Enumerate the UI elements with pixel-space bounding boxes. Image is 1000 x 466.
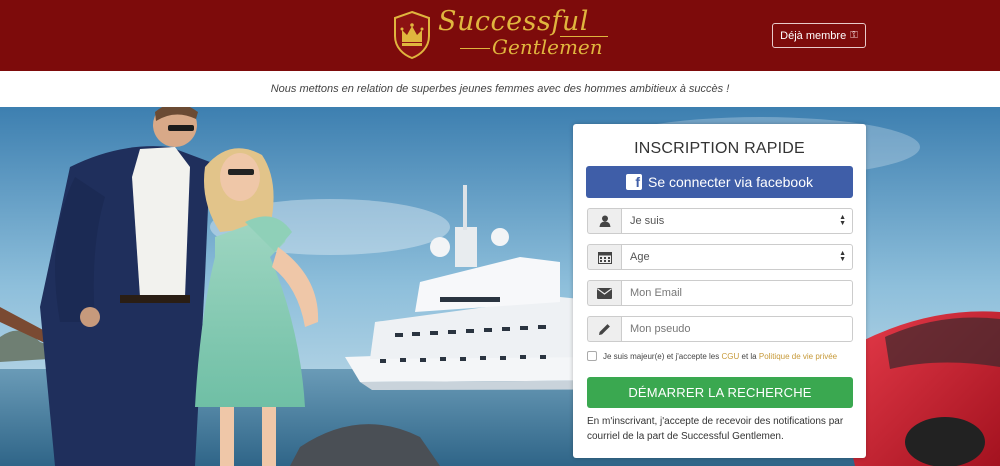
key-icon: ⚿: [850, 30, 858, 41]
email-input-wrapper: [621, 280, 853, 306]
member-login-button[interactable]: Déjà membre ⚿: [772, 23, 866, 48]
cgu-link[interactable]: CGU: [721, 352, 739, 361]
site-logo[interactable]: Successful Gentlemen: [390, 6, 620, 64]
notification-notice: En m'inscrivant, j'accepte de recevoir d…: [587, 416, 844, 442]
select-arrows-icon: ▲ ▼: [839, 214, 846, 227]
terms-checkbox[interactable]: [587, 351, 597, 361]
facebook-login-button[interactable]: f Se connecter via facebook: [586, 166, 853, 198]
terms-text: Je suis majeur(e) et j'accepte les CGU e…: [603, 352, 837, 361]
email-field: [587, 280, 853, 306]
gender-field: Je suis ▲ ▼: [587, 208, 853, 234]
terms-agreement: Je suis majeur(e) et j'accepte les CGU e…: [587, 351, 837, 361]
privacy-link[interactable]: Politique de vie privée: [759, 352, 837, 361]
age-field: Age ▲ ▼: [587, 244, 853, 270]
tagline-bar: Nous mettons en relation de superbes jeu…: [0, 71, 1000, 107]
form-title: INSCRIPTION RAPIDE: [634, 140, 805, 157]
member-login-label: Déjà membre: [780, 29, 847, 42]
gender-select-value: Je suis: [630, 215, 665, 227]
logo-text-line2: Gentlemen: [492, 35, 603, 59]
email-input[interactable]: [630, 287, 846, 299]
terms-prefix: Je suis majeur(e) et j'accepte les: [603, 351, 720, 361]
select-arrows-icon: ▲ ▼: [839, 250, 846, 263]
pseudo-field: [587, 316, 853, 342]
registration-card: INSCRIPTION RAPIDE f Se connecter via fa…: [573, 124, 866, 458]
tagline-text: Nous mettons en relation de superbes jeu…: [270, 83, 730, 95]
pseudo-input-wrapper: [621, 316, 853, 342]
calendar-icon: [587, 244, 621, 270]
pencil-icon: [587, 316, 621, 342]
terms-mid: et la: [741, 351, 757, 361]
logo-text-line1: Successful: [438, 6, 589, 37]
envelope-icon: [587, 280, 621, 306]
logo-rule-left: [460, 48, 490, 49]
facebook-login-label: Se connecter via facebook: [648, 174, 813, 190]
age-select-value: Age: [630, 251, 650, 263]
facebook-icon: f: [626, 174, 642, 190]
logo-rule-right: [560, 36, 608, 37]
pseudo-input[interactable]: [630, 323, 846, 335]
gender-select[interactable]: Je suis ▲ ▼: [621, 208, 853, 234]
site-header: Successful Gentlemen Déjà membre ⚿: [0, 0, 1000, 71]
crown-shield-icon: [394, 10, 430, 60]
user-icon: [587, 208, 621, 234]
age-select[interactable]: Age ▲ ▼: [621, 244, 853, 270]
start-search-button[interactable]: DÉMARRER LA RECHERCHE: [587, 377, 853, 408]
